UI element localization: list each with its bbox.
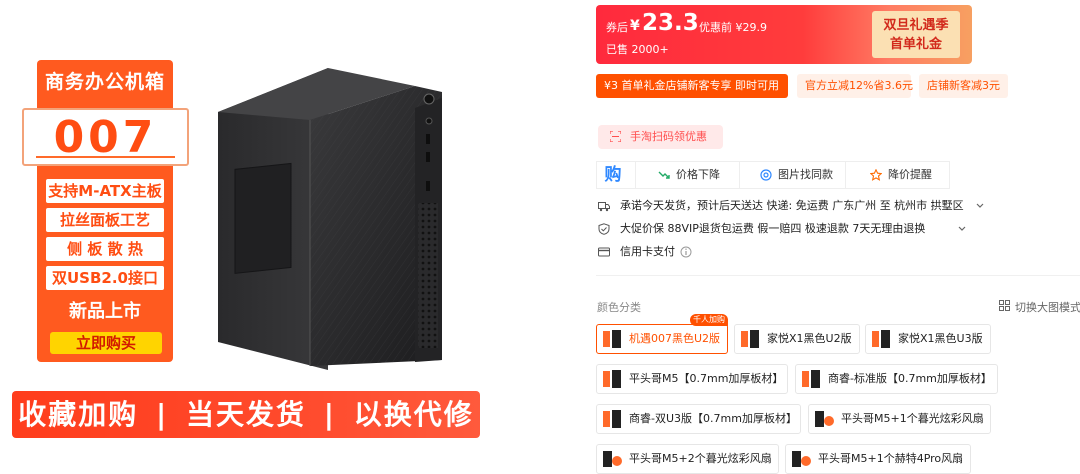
buy-now-badge: 立即购买 bbox=[50, 332, 162, 354]
variant-option[interactable]: 平头哥M5+2个暮光炫彩风扇 bbox=[596, 444, 779, 474]
grid-icon bbox=[999, 300, 1010, 311]
variant-option[interactable]: 家悦X1黑色U2版 bbox=[734, 324, 860, 354]
shield-icon bbox=[598, 223, 610, 235]
variant-label: 家悦X1黑色U2版 bbox=[767, 332, 852, 345]
shipping-text: 承诺今天发货，预计后天送达 快递: 免运费 广东广州 至 杭州市 拱墅区 bbox=[620, 199, 964, 212]
price-banner: 券后 ¥ 23.3 优惠前 ¥29.9 已售 2000+ 双旦礼遇季 首单礼金 bbox=[596, 5, 972, 64]
payment-text: 信用卡支付 bbox=[620, 245, 675, 258]
variant-label: 机遇007黑色U2版 bbox=[629, 332, 721, 345]
event-badge[interactable]: 双旦礼遇季 首单礼金 bbox=[872, 11, 960, 58]
variant-label: 平头哥M5+2个暮光炫彩风扇 bbox=[629, 452, 772, 465]
variant-thumbnail bbox=[603, 330, 621, 348]
variant-badge: 千人加购 bbox=[690, 314, 728, 326]
truck-icon bbox=[598, 202, 610, 212]
feature-brushed-panel: 拉丝面板工艺 bbox=[46, 208, 164, 232]
variant-label: 商睿-双U3版【0.7mm加厚板材】 bbox=[629, 412, 797, 425]
variant-thumbnail bbox=[603, 451, 622, 467]
variant-option[interactable]: 家悦X1黑色U3版 bbox=[865, 324, 991, 354]
chevron-down-icon bbox=[958, 226, 966, 231]
bottom-banner: 收藏加购 | 当天发货 | 以换代修 bbox=[12, 391, 480, 438]
banner-exchange: 以换代修 bbox=[353, 398, 474, 431]
promo-tag-first-order[interactable]: ¥3 首单礼金店铺新客专享 即时可用 bbox=[596, 74, 788, 98]
variant-thumbnail bbox=[872, 330, 890, 348]
image-search-button[interactable]: 图片找同款 bbox=[739, 162, 846, 188]
coupon-label: 券后 bbox=[606, 21, 628, 34]
variant-label: 家悦X1黑色U3版 bbox=[898, 332, 983, 345]
variant-option[interactable]: 商睿-标准版【0.7mm加厚板材】 bbox=[795, 364, 998, 394]
promo-tag-official-discount[interactable]: 官方立减12%省3.6元 bbox=[797, 74, 913, 98]
color-category-label: 颜色分类 bbox=[597, 301, 641, 314]
banner-same-day: 当天发货 bbox=[185, 398, 306, 431]
scan-coupon-button[interactable]: 手淘扫码领优惠 bbox=[598, 125, 723, 149]
banner-collect: 收藏加购 bbox=[18, 398, 139, 431]
big-image-mode-label: 切换大图模式 bbox=[1015, 301, 1080, 314]
chevron-down-icon bbox=[976, 203, 984, 208]
variant-thumbnail bbox=[815, 411, 834, 427]
variant-label: 商睿-标准版【0.7mm加厚板材】 bbox=[828, 372, 992, 385]
variant-option[interactable]: 商睿-双U3版【0.7mm加厚板材】 bbox=[596, 404, 801, 434]
product-image[interactable]: 商务办公机箱 007 支持M-ATX主板 拉丝面板工艺 侧 板 散 热 双USB… bbox=[0, 0, 560, 460]
image-search-icon bbox=[760, 169, 772, 181]
trend-down-icon bbox=[658, 171, 670, 179]
image-search-label: 图片找同款 bbox=[778, 168, 833, 181]
scan-label: 手淘扫码领优惠 bbox=[630, 130, 707, 143]
current-price: 23.3 bbox=[642, 10, 699, 36]
price-drop-button[interactable]: 价格下降 bbox=[635, 162, 740, 188]
panel-title: 商务办公机箱 bbox=[44, 71, 165, 93]
event-subtitle: 首单礼金 bbox=[889, 37, 942, 52]
price-alert-button[interactable]: 降价提醒 bbox=[845, 162, 950, 188]
feature-side-cooling: 侧 板 散 热 bbox=[46, 237, 164, 261]
feature-matx: 支持M-ATX主板 bbox=[46, 179, 164, 203]
new-product-label: 新品上市 bbox=[69, 301, 141, 322]
variant-thumbnail bbox=[603, 410, 621, 428]
feature-usb: 双USB2.0接口 bbox=[46, 266, 164, 290]
variant-option[interactable]: 机遇007黑色U2版 千人加购 bbox=[596, 314, 728, 354]
guarantee-text: 大促价保 88VIP退货包运费 假一赔四 极速退款 7天无理由退换 bbox=[620, 222, 926, 235]
credit-card-icon bbox=[598, 247, 610, 257]
sold-count: 已售 2000+ bbox=[606, 43, 669, 56]
variant-label: 平头哥M5+1个暮光炫彩风扇 bbox=[841, 412, 984, 425]
promo-tag-new-customer[interactable]: 店铺新客减3元 bbox=[919, 74, 1008, 98]
variant-thumbnail bbox=[792, 451, 811, 467]
variant-option[interactable]: 平头哥M5【0.7mm加厚板材】 bbox=[596, 364, 788, 394]
variant-thumbnail bbox=[802, 370, 820, 388]
action-toolbar: 购 价格下降 图片找同款 降价提醒 bbox=[596, 161, 950, 189]
original-price: 优惠前 ¥29.9 bbox=[699, 21, 767, 34]
banner-separator: | bbox=[323, 398, 336, 431]
price-alert-label: 降价提醒 bbox=[888, 168, 932, 181]
variant-thumbnail bbox=[741, 330, 759, 348]
variant-option[interactable]: 平头哥M5+1个暮光炫彩风扇 bbox=[808, 404, 991, 434]
variant-label: 平头哥M5【0.7mm加厚板材】 bbox=[629, 372, 784, 385]
banner-separator: | bbox=[156, 398, 169, 431]
variant-label: 平头哥M5+1个赫特4Pro风扇 bbox=[818, 452, 964, 465]
pc-case-image bbox=[218, 68, 442, 370]
model-number: 007 bbox=[22, 108, 189, 166]
variant-option[interactable]: 平头哥M5+1个赫特4Pro风扇 bbox=[785, 444, 971, 474]
buy-icon[interactable]: 购 bbox=[597, 162, 629, 188]
currency-symbol: ¥ bbox=[630, 18, 640, 34]
event-title: 双旦礼遇季 bbox=[883, 18, 949, 33]
section-divider bbox=[596, 275, 1080, 276]
variant-thumbnail bbox=[603, 370, 621, 388]
price-drop-label: 价格下降 bbox=[676, 168, 720, 181]
scan-icon bbox=[610, 131, 621, 142]
info-icon[interactable] bbox=[680, 246, 692, 258]
star-icon bbox=[870, 169, 882, 181]
